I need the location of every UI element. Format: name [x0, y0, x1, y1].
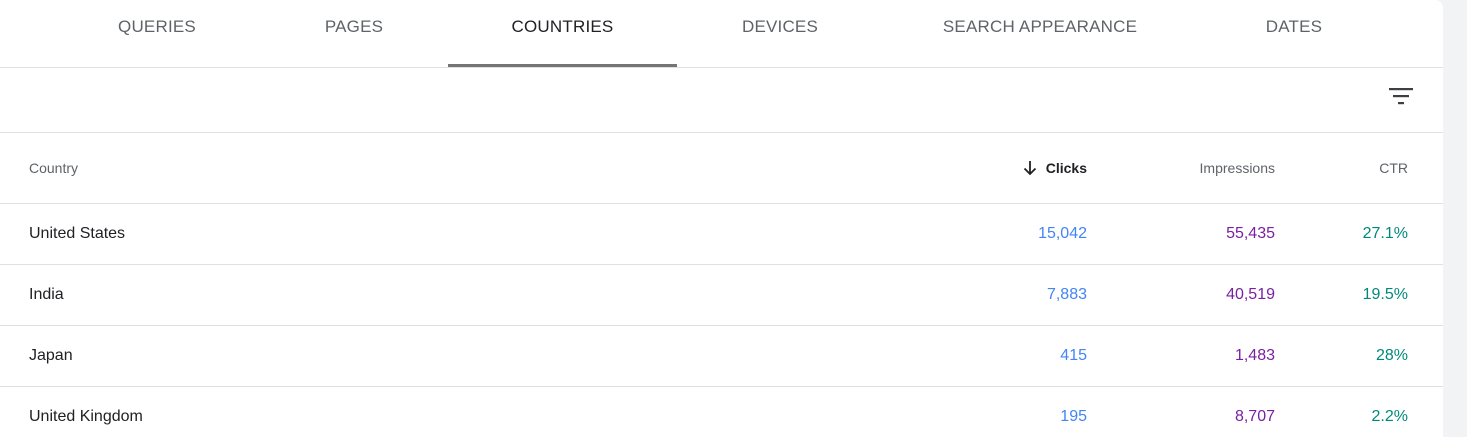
header-country[interactable]: Country: [29, 133, 78, 203]
country-cell: United Kingdom: [29, 408, 143, 425]
tab-dates[interactable]: DATES: [1219, 0, 1369, 67]
table-row[interactable]: Japan 415 1,483 28%: [0, 326, 1443, 387]
clicks-cell: 415: [1060, 347, 1087, 364]
country-cell: India: [29, 286, 64, 303]
ctr-cell: 19.5%: [1362, 286, 1408, 303]
header-ctr[interactable]: CTR: [1379, 133, 1408, 203]
active-tab-indicator: [448, 64, 677, 67]
tab-queries[interactable]: QUERIES: [82, 0, 232, 67]
table-row[interactable]: United States 15,042 55,435 27.1%: [0, 204, 1443, 265]
ctr-cell: 28%: [1375, 347, 1408, 364]
filter-list-icon: [1389, 88, 1413, 105]
table-toolbar: [0, 68, 1443, 133]
impressions-cell: 40,519: [1226, 286, 1275, 303]
header-impressions[interactable]: Impressions: [1200, 133, 1275, 203]
tab-pages[interactable]: PAGES: [279, 0, 429, 67]
impressions-cell: 55,435: [1226, 225, 1275, 242]
country-cell: Japan: [29, 347, 73, 364]
clicks-cell: 195: [1060, 408, 1087, 425]
impressions-cell: 8,707: [1234, 408, 1275, 425]
table-row[interactable]: India 7,883 40,519 19.5%: [0, 265, 1443, 326]
header-clicks-label: Clicks: [1045, 160, 1087, 176]
filter-button[interactable]: [1386, 83, 1416, 113]
clicks-cell: 7,883: [1046, 286, 1087, 303]
performance-card: QUERIES PAGES COUNTRIES DEVICES SEARCH A…: [0, 0, 1443, 437]
table-row[interactable]: United Kingdom 195 8,707 2.2%: [0, 387, 1443, 437]
tab-devices[interactable]: DEVICES: [700, 0, 860, 67]
impressions-cell: 1,483: [1234, 347, 1275, 364]
ctr-cell: 27.1%: [1362, 225, 1408, 242]
clicks-cell: 15,042: [1038, 225, 1087, 242]
country-cell: United States: [29, 225, 126, 242]
tab-search-appearance[interactable]: SEARCH APPEARANCE: [920, 0, 1160, 67]
tab-countries[interactable]: COUNTRIES: [448, 0, 677, 67]
arrow-down-icon: [1023, 161, 1036, 176]
tab-bar: QUERIES PAGES COUNTRIES DEVICES SEARCH A…: [0, 0, 1443, 68]
header-clicks[interactable]: Clicks: [1023, 133, 1087, 203]
ctr-cell: 2.2%: [1371, 408, 1408, 425]
table-header: Country Clicks Impressions CTR: [0, 133, 1443, 204]
